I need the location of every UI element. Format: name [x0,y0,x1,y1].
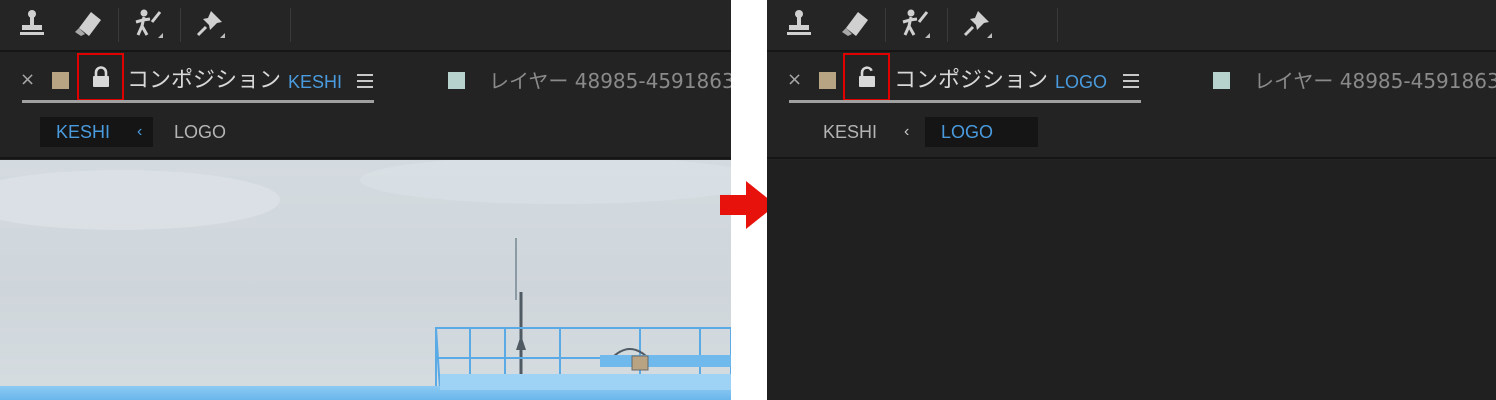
eraser-tool-button[interactable] [837,6,873,40]
breadcrumb-other-comp[interactable]: KESHI [823,117,877,147]
layer-color-swatch [448,72,465,89]
panel-menu-icon[interactable] [357,74,373,92]
breadcrumb-separator-icon: ‹ [137,123,143,140]
layer-color-swatch [1213,72,1230,89]
clone-stamp-icon [20,10,44,35]
eraser-icon [75,12,101,36]
eraser-tool-button[interactable] [70,6,106,40]
layer-tab-title[interactable]: レイヤー 48985-45918631 [489,66,731,96]
composition-name[interactable]: LOGO [1055,70,1107,94]
viewer-footage-image [0,156,731,400]
breadcrumb-current-comp[interactable]: LOGO [925,117,1038,147]
close-tab-button[interactable]: × [787,70,802,90]
comp-color-swatch [819,72,836,89]
lock-open-icon [858,66,875,87]
breadcrumb-separator-icon: ‹ [904,123,910,140]
breadcrumb-other-comp[interactable]: LOGO [174,117,226,147]
puppet-pin-tool-button[interactable] [192,6,228,40]
clone-stamp-tool-button[interactable] [14,6,50,40]
roto-brush-tool-button[interactable] [897,6,933,40]
composition-panel-before: × コンポジション KESHI レイヤー 48985-45918631 KESH… [0,0,731,400]
lock-toggle-highlight[interactable] [77,53,124,101]
composition-tab-title[interactable]: コンポジション [894,66,1048,96]
composition-viewer[interactable] [0,156,731,400]
eraser-icon [842,12,868,36]
lock-closed-icon [92,66,109,87]
composition-name[interactable]: KESHI [288,70,342,94]
close-tab-button[interactable]: × [20,70,35,90]
layer-tab-title[interactable]: レイヤー 48985-45918631 [1254,66,1496,96]
puppet-pin-tool-button[interactable] [959,6,995,40]
clone-stamp-tool-button[interactable] [781,6,817,40]
lock-toggle-highlight[interactable] [843,53,890,101]
active-tab-underline [789,100,1141,103]
clone-stamp-icon [787,10,811,35]
panel-menu-icon[interactable] [1123,74,1139,92]
tools-toolbar [0,0,731,52]
active-tab-underline [22,100,374,103]
tools-toolbar [767,0,1496,52]
roto-brush-tool-button[interactable] [130,6,166,40]
composition-tab-title[interactable]: コンポジション [127,66,281,96]
comp-color-swatch [52,72,69,89]
composition-viewer[interactable] [767,160,1496,400]
composition-panel-after: × コンポジション LOGO レイヤー 48985-45918631 KESHI… [767,0,1496,400]
